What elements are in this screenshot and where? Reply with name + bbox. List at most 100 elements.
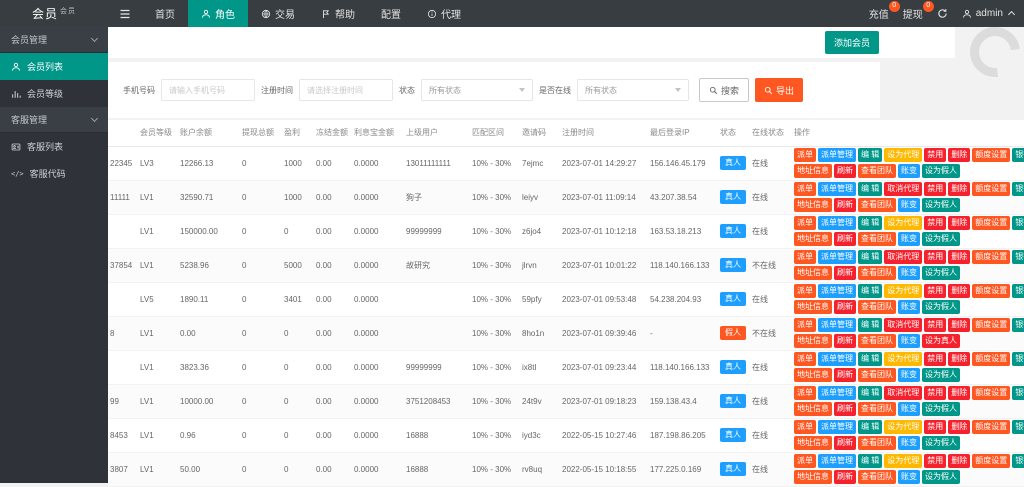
bank-card-info-button[interactable]: 银行卡信息 [1012, 420, 1024, 434]
refresh-icon[interactable] [937, 8, 948, 19]
delete-button[interactable]: 删除 [948, 318, 970, 332]
nav-item-role[interactable]: 角色 [188, 0, 248, 27]
dispatch-button[interactable]: 派单 [794, 216, 816, 230]
nav-item-trade[interactable]: 交易 [248, 0, 308, 27]
refresh-row-button[interactable]: 刷新 [834, 164, 856, 178]
disable-button[interactable]: 禁用 [924, 420, 946, 434]
refresh-row-button[interactable]: 刷新 [834, 266, 856, 280]
dispatch-manage-button[interactable]: 派单管理 [818, 216, 856, 230]
quota-setting-button[interactable]: 额度设置 [972, 216, 1010, 230]
edit-button[interactable]: 编 辑 [858, 420, 882, 434]
refresh-row-button[interactable]: 刷新 [834, 436, 856, 450]
dispatch-button[interactable]: 派单 [794, 284, 816, 298]
sidebar-group-service-manage[interactable]: 客服管理 [0, 107, 108, 133]
recharge-menu[interactable]: 充值 0 [869, 6, 889, 21]
search-button[interactable]: 搜索 [699, 78, 749, 102]
edit-button[interactable]: 编 辑 [858, 454, 882, 468]
account-change-button[interactable]: 账变 [898, 300, 920, 314]
view-team-button[interactable]: 查看团队 [858, 300, 896, 314]
view-team-button[interactable]: 查看团队 [858, 164, 896, 178]
account-change-button[interactable]: 账变 [898, 368, 920, 382]
hamburger-icon[interactable] [108, 0, 142, 27]
nav-item-home[interactable]: 首页 [142, 0, 188, 27]
account-change-button[interactable]: 账变 [898, 198, 920, 212]
dispatch-manage-button[interactable]: 派单管理 [818, 284, 856, 298]
set-fake-button[interactable]: 设为假人 [922, 164, 960, 178]
address-info-button[interactable]: 地址信息 [794, 402, 832, 416]
bank-card-info-button[interactable]: 银行卡信息 [1012, 318, 1024, 332]
set-fake-button[interactable]: 设为假人 [922, 266, 960, 280]
add-member-button[interactable]: 添加会员 [825, 31, 879, 54]
bank-card-info-button[interactable]: 银行卡信息 [1012, 216, 1024, 230]
quota-setting-button[interactable]: 额度设置 [972, 148, 1010, 162]
sidebar-item-service-code[interactable]: </>客服代码 [0, 160, 108, 187]
dispatch-button[interactable]: 派单 [794, 454, 816, 468]
account-change-button[interactable]: 账变 [898, 232, 920, 246]
delete-button[interactable]: 删除 [948, 352, 970, 366]
address-info-button[interactable]: 地址信息 [794, 436, 832, 450]
dispatch-manage-button[interactable]: 派单管理 [818, 182, 856, 196]
dispatch-button[interactable]: 派单 [794, 420, 816, 434]
delete-button[interactable]: 删除 [948, 284, 970, 298]
edit-button[interactable]: 编 辑 [858, 318, 882, 332]
edit-button[interactable]: 编 辑 [858, 148, 882, 162]
address-info-button[interactable]: 地址信息 [794, 368, 832, 382]
cancel-agent-button[interactable]: 取消代理 [884, 182, 922, 196]
phone-input[interactable] [161, 79, 255, 101]
dispatch-button[interactable]: 派单 [794, 182, 816, 196]
quota-setting-button[interactable]: 额度设置 [972, 250, 1010, 264]
view-team-button[interactable]: 查看团队 [858, 334, 896, 348]
refresh-row-button[interactable]: 刷新 [834, 334, 856, 348]
delete-button[interactable]: 删除 [948, 250, 970, 264]
sidebar-item-service-list[interactable]: 客服列表 [0, 133, 108, 160]
address-info-button[interactable]: 地址信息 [794, 266, 832, 280]
export-button[interactable]: 导出 [755, 78, 803, 102]
disable-button[interactable]: 禁用 [924, 454, 946, 468]
account-change-button[interactable]: 账变 [898, 164, 920, 178]
quota-setting-button[interactable]: 额度设置 [972, 182, 1010, 196]
refresh-row-button[interactable]: 刷新 [834, 198, 856, 212]
address-info-button[interactable]: 地址信息 [794, 334, 832, 348]
bank-card-info-button[interactable]: 银行卡信息 [1012, 352, 1024, 366]
cancel-agent-button[interactable]: 取消代理 [884, 386, 922, 400]
refresh-row-button[interactable]: 刷新 [834, 368, 856, 382]
account-change-button[interactable]: 账变 [898, 402, 920, 416]
view-team-button[interactable]: 查看团队 [858, 436, 896, 450]
refresh-row-button[interactable]: 刷新 [834, 232, 856, 246]
view-team-button[interactable]: 查看团队 [858, 266, 896, 280]
edit-button[interactable]: 编 辑 [858, 250, 882, 264]
address-info-button[interactable]: 地址信息 [794, 470, 832, 484]
bank-card-info-button[interactable]: 银行卡信息 [1012, 182, 1024, 196]
view-team-button[interactable]: 查看团队 [858, 232, 896, 246]
set-agent-button[interactable]: 设为代理 [884, 216, 922, 230]
online-select[interactable]: 所有状态 [577, 79, 689, 101]
set-fake-button[interactable]: 设为假人 [922, 300, 960, 314]
set-fake-button[interactable]: 设为假人 [922, 368, 960, 382]
quota-setting-button[interactable]: 额度设置 [972, 386, 1010, 400]
bank-card-info-button[interactable]: 银行卡信息 [1012, 284, 1024, 298]
view-team-button[interactable]: 查看团队 [858, 198, 896, 212]
address-info-button[interactable]: 地址信息 [794, 232, 832, 246]
set-fake-button[interactable]: 设为假人 [922, 198, 960, 212]
set-fake-button[interactable]: 设为假人 [922, 232, 960, 246]
set-fake-button[interactable]: 设为假人 [922, 436, 960, 450]
edit-button[interactable]: 编 辑 [858, 352, 882, 366]
sidebar-group-member-manage[interactable]: 会员管理 [0, 27, 108, 53]
quota-setting-button[interactable]: 额度设置 [972, 318, 1010, 332]
address-info-button[interactable]: 地址信息 [794, 198, 832, 212]
set-fake-button[interactable]: 设为假人 [922, 470, 960, 484]
regtime-input[interactable] [299, 79, 393, 101]
dispatch-manage-button[interactable]: 派单管理 [818, 148, 856, 162]
disable-button[interactable]: 禁用 [924, 182, 946, 196]
set-agent-button[interactable]: 设为代理 [884, 284, 922, 298]
nav-item-config[interactable]: 配置 [368, 0, 414, 27]
bank-card-info-button[interactable]: 银行卡信息 [1012, 250, 1024, 264]
dispatch-manage-button[interactable]: 派单管理 [818, 318, 856, 332]
account-change-button[interactable]: 账变 [898, 470, 920, 484]
set-agent-button[interactable]: 设为代理 [884, 148, 922, 162]
set-agent-button[interactable]: 设为代理 [884, 454, 922, 468]
status-select[interactable]: 所有状态 [421, 79, 533, 101]
disable-button[interactable]: 禁用 [924, 148, 946, 162]
set-fake-button[interactable]: 设为假人 [922, 402, 960, 416]
delete-button[interactable]: 删除 [948, 216, 970, 230]
